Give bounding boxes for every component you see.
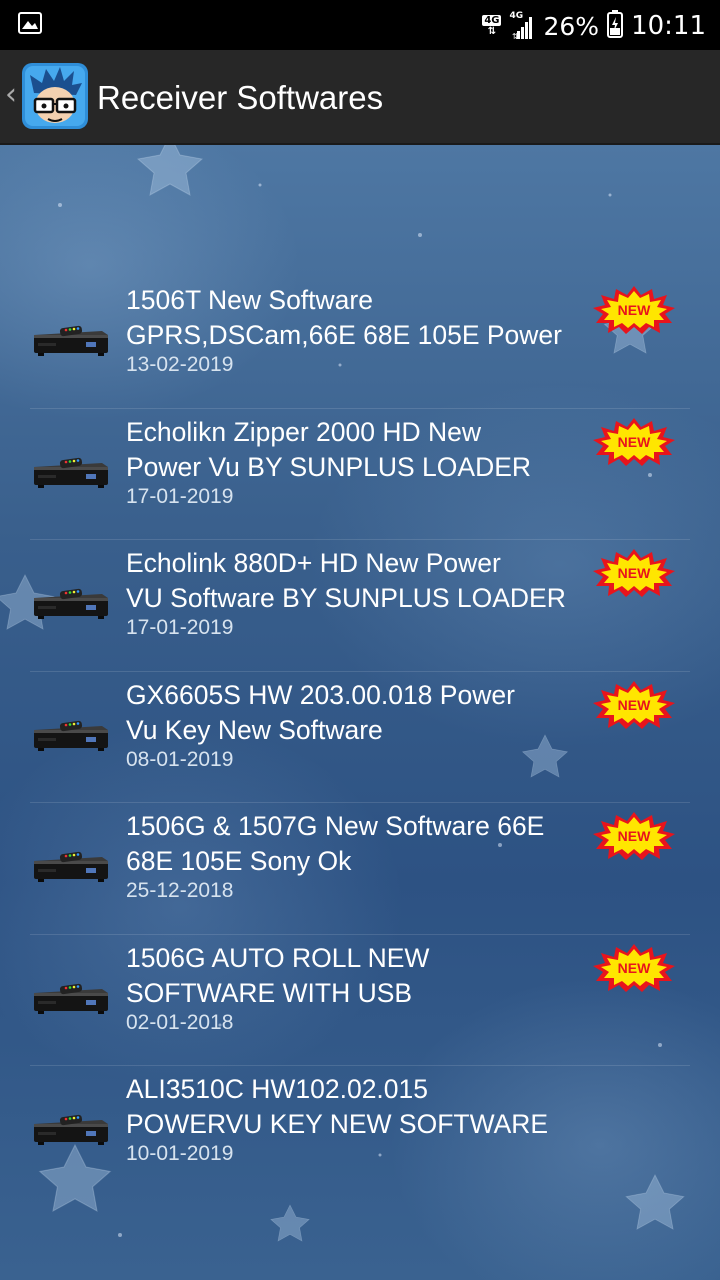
item-date: 10-01-2019 xyxy=(126,1142,234,1165)
content-area: 1506T New Software GPRS,DSCam,66E 68E 10… xyxy=(0,145,720,1280)
data-arrows-icon: ⇅ xyxy=(487,26,497,37)
network-badge: 4G ⇅ xyxy=(482,15,502,37)
app-bar: ‹ Receiver Softwares xyxy=(0,50,720,145)
item-title: 1506G AUTO ROLL NEW SOFTWARE WITH USB xyxy=(126,942,430,1008)
status-bar: 4G ⇅ 4G ⇅ 26% 10:11 xyxy=(0,0,720,50)
signal-icon: 4G ⇅ xyxy=(509,11,535,41)
battery-percent: 26% xyxy=(543,11,600,41)
chevron-left-icon[interactable]: ‹ xyxy=(5,80,17,110)
status-indicators: 4G ⇅ 4G ⇅ 26% 10:11 xyxy=(482,6,706,46)
new-badge-label: NEW xyxy=(618,697,651,713)
new-badge-label: NEW xyxy=(618,565,651,581)
list-item[interactable]: 1506G & 1507G New Software 66E 68E 105E … xyxy=(0,803,720,935)
receiver-icon xyxy=(30,716,110,756)
network-badge-text: 4G xyxy=(482,15,502,26)
receiver-icon xyxy=(30,321,110,361)
list-item[interactable]: GX6605S HW 203.00.018 Power Vu Key New S… xyxy=(0,672,720,803)
app-logo-icon[interactable] xyxy=(22,63,88,129)
item-title: Echolikn Zipper 2000 HD New Power Vu BY … xyxy=(126,416,532,482)
new-badge: NEW xyxy=(592,811,676,861)
receiver-icon xyxy=(30,979,110,1019)
item-date: 13-02-2019 xyxy=(126,353,234,376)
new-badge: NEW xyxy=(592,417,676,467)
page-title: Receiver Softwares xyxy=(97,79,384,116)
new-badge: NEW xyxy=(592,285,676,335)
software-list: 1506T New Software GPRS,DSCam,66E 68E 10… xyxy=(0,277,720,1176)
item-date: 17-01-2019 xyxy=(126,484,234,508)
clock: 10:11 xyxy=(631,11,706,41)
list-item[interactable]: Echolikn Zipper 2000 HD New Power Vu BY … xyxy=(0,409,720,540)
receiver-icon xyxy=(30,1110,110,1150)
new-badge: NEW xyxy=(592,943,676,993)
receiver-icon xyxy=(30,847,110,887)
list-item[interactable]: 1506G AUTO ROLL NEW SOFTWARE WITH USB 02… xyxy=(0,935,720,1066)
item-date: 25-12-2018 xyxy=(126,879,234,902)
item-date: 02-01-2018 xyxy=(126,1010,234,1034)
new-badge-label: NEW xyxy=(618,960,651,976)
svg-text:⇅: ⇅ xyxy=(512,32,519,41)
battery-icon xyxy=(607,10,624,42)
item-title: ALI3510C HW102.02.015 POWERVU KEY NEW SO… xyxy=(126,1074,549,1139)
new-badge-label: NEW xyxy=(618,434,651,450)
item-date: 17-01-2019 xyxy=(126,616,234,639)
new-badge: NEW xyxy=(592,548,676,598)
new-badge-label: NEW xyxy=(618,302,651,318)
list-item[interactable]: Echolink 880D+ HD New Power VU Software … xyxy=(0,540,720,672)
receiver-icon xyxy=(30,584,110,624)
list-item[interactable]: ALI3510C HW102.02.015 POWERVU KEY NEW SO… xyxy=(0,1066,720,1176)
gallery-icon xyxy=(18,12,42,39)
item-title: 1506T New Software GPRS,DSCam,66E 68E 10… xyxy=(126,285,562,350)
item-title: Echolink 880D+ HD New Power VU Software … xyxy=(126,548,566,613)
new-badge-label: NEW xyxy=(618,828,651,844)
item-date: 08-01-2019 xyxy=(126,747,234,771)
receiver-icon xyxy=(30,453,110,493)
new-badge: NEW xyxy=(592,680,676,730)
item-title: 1506G & 1507G New Software 66E 68E 105E … xyxy=(126,811,545,876)
list-item[interactable]: 1506T New Software GPRS,DSCam,66E 68E 10… xyxy=(0,277,720,409)
item-title: GX6605S HW 203.00.018 Power Vu Key New S… xyxy=(126,679,515,745)
